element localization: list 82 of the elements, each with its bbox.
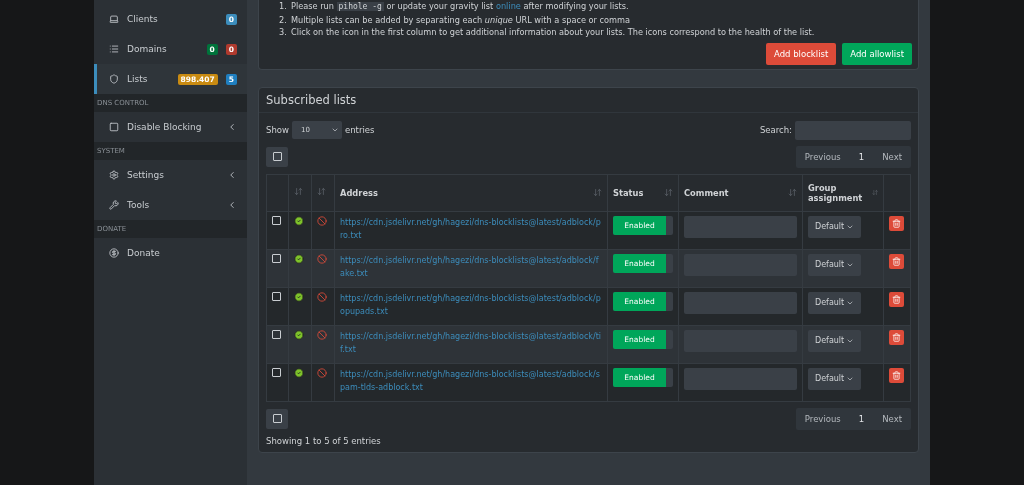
blocked-icon (317, 215, 327, 226)
next-button[interactable]: Next (873, 151, 911, 162)
search-label: Search: (759, 125, 792, 135)
table-header[interactable]: Group assignment (802, 174, 884, 211)
gear-icon (109, 170, 119, 180)
wrench-icon (109, 200, 119, 210)
sidebar-label: Lists (127, 74, 148, 84)
previous-button[interactable]: Previous (795, 413, 850, 424)
comment-field[interactable] (684, 291, 797, 314)
sort-icon (664, 188, 673, 197)
previous-button[interactable]: Previous (795, 151, 850, 162)
delete-button[interactable] (889, 215, 904, 231)
table-header[interactable]: Address (334, 174, 608, 211)
list-number: 2. (279, 13, 288, 26)
sidebar-item[interactable]: Donate (94, 238, 247, 268)
list-number: 3. (279, 26, 288, 39)
show-label: Show (266, 125, 289, 135)
delete-button[interactable] (889, 329, 904, 345)
group-dropdown[interactable]: Default (808, 291, 862, 314)
sidebar-label: Clients (127, 14, 158, 24)
sidebar-item[interactable]: Settings (94, 160, 247, 190)
online-link[interactable]: online (495, 1, 521, 11)
add-list-button[interactable]: Add blocklist (766, 42, 837, 65)
sidebar-label: Domains (127, 44, 167, 54)
blocked-icon (317, 253, 327, 264)
check-circle-icon[interactable] (294, 253, 304, 264)
table-header[interactable]: Status (607, 174, 679, 211)
sort-icon (871, 188, 878, 197)
sort-icon (788, 188, 797, 197)
chevron-down-icon (330, 126, 339, 134)
row-checkbox[interactable] (272, 367, 281, 377)
trash-icon (892, 294, 901, 304)
group-dropdown[interactable]: Default (808, 329, 862, 352)
page-button[interactable]: 1 (849, 413, 874, 424)
square-icon (109, 122, 119, 132)
blocked-icon (317, 367, 327, 378)
trash-icon (892, 218, 901, 228)
sort-icon (593, 188, 602, 197)
check-circle-icon[interactable] (294, 367, 304, 378)
sidebar-label: Settings (127, 170, 164, 180)
list-number: 1. (279, 0, 288, 13)
coin-icon (109, 248, 119, 258)
group-dropdown[interactable]: Default (808, 367, 862, 390)
select-all-button[interactable] (266, 408, 288, 429)
code-snippet: pihole -g (336, 2, 384, 11)
row-checkbox[interactable] (272, 291, 281, 301)
check-circle-icon[interactable] (294, 291, 304, 302)
group-dropdown[interactable]: Default (808, 215, 862, 238)
sidebar-label: Tools (127, 200, 150, 210)
row-checkbox[interactable] (272, 253, 281, 263)
row-checkbox[interactable] (272, 329, 281, 339)
list-icon (109, 44, 119, 54)
delete-button[interactable] (889, 291, 904, 307)
sidebar-item[interactable]: Tools (94, 190, 247, 220)
row-checkbox[interactable] (272, 215, 281, 225)
comment-field[interactable] (684, 367, 797, 390)
search-field[interactable] (795, 120, 911, 140)
laptop-icon (109, 14, 119, 24)
blocked-icon (317, 329, 327, 340)
sidebar-label: Donate (127, 248, 160, 258)
sort-icon (317, 187, 326, 196)
sidebar-label: Disable Blocking (127, 122, 202, 132)
delete-button[interactable] (889, 253, 904, 269)
blocked-icon (317, 291, 327, 302)
comment-field[interactable] (684, 215, 797, 238)
shield-icon (109, 74, 119, 84)
card-title: Subscribed lists (259, 87, 918, 113)
trash-icon (892, 332, 901, 342)
table-header[interactable]: Comment (678, 174, 803, 211)
select-all-button[interactable] (266, 146, 288, 167)
trash-icon (892, 256, 901, 266)
group-dropdown[interactable]: Default (808, 253, 862, 276)
sort-icon (294, 187, 303, 196)
next-button[interactable]: Next (873, 413, 911, 424)
check-circle-icon[interactable] (294, 329, 304, 340)
trash-icon (892, 370, 901, 380)
entries-summary: Showing 1 to 5 of 5 entries (266, 435, 382, 446)
entries-label: entries (344, 125, 375, 135)
page-button[interactable]: 1 (849, 151, 874, 162)
delete-button[interactable] (889, 367, 904, 383)
check-circle-icon[interactable] (294, 215, 304, 226)
sidebar-item[interactable]: Disable Blocking (94, 112, 247, 142)
